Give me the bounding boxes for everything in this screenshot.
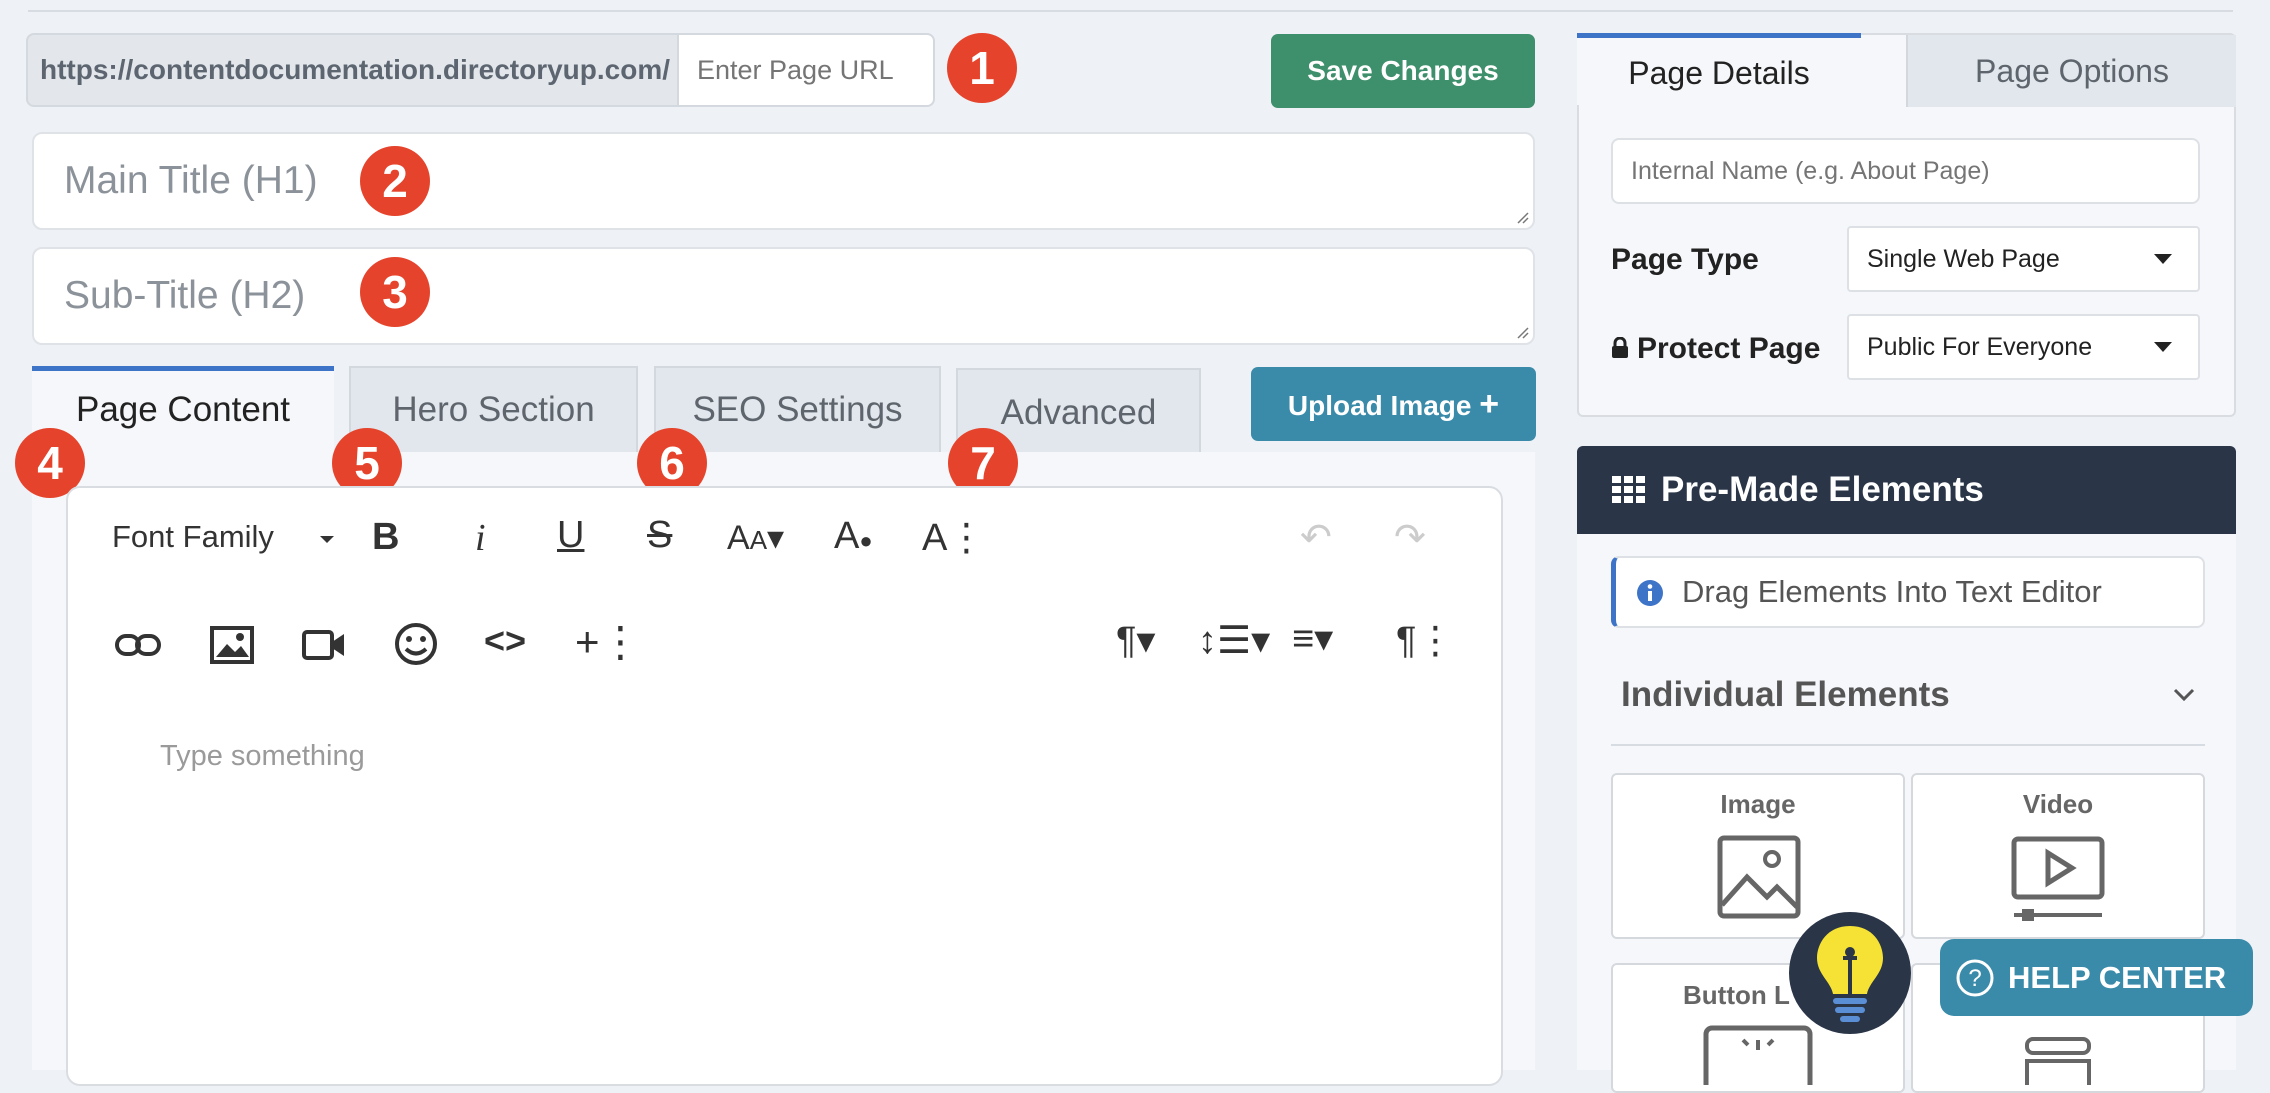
chevron-down-icon[interactable]	[2173, 688, 2195, 702]
bold-icon[interactable]: B	[372, 516, 399, 559]
italic-icon[interactable]: i	[475, 516, 486, 560]
upload-image-label: Upload Image	[1287, 390, 1472, 421]
font-family-caret-icon	[320, 536, 334, 543]
page-type-label: Page Type	[1611, 243, 1759, 276]
align-icon[interactable]: ≡▾	[1292, 616, 1333, 661]
undo-icon[interactable]: ↶	[1300, 515, 1332, 560]
premade-elements-header: Pre-Made Elements	[1577, 446, 2236, 534]
tips-bulb-button[interactable]	[1789, 912, 1911, 1034]
video-player-icon	[2011, 836, 2105, 921]
font-size-icon[interactable]: AA▾	[727, 518, 784, 558]
strikethrough-icon[interactable]: S	[647, 514, 672, 557]
insert-more-icon[interactable]: +⋮	[575, 617, 642, 666]
step-badge-1: 1	[947, 33, 1017, 103]
top-divider	[28, 10, 2233, 12]
paragraph-more-icon[interactable]: ¶⋮	[1396, 618, 1454, 663]
individual-elements-heading[interactable]: Individual Elements	[1621, 675, 1950, 715]
chevron-down-icon	[2154, 342, 2172, 352]
card-label-image: Image	[1720, 789, 1796, 819]
font-family-dropdown[interactable]: Font Family	[112, 519, 274, 555]
protect-page-value: Public For Everyone	[1867, 333, 2093, 361]
more-text-icon[interactable]: A⋮	[922, 515, 985, 560]
code-view-icon[interactable]: <>	[484, 620, 526, 662]
paragraph-format-icon[interactable]: ¶▾	[1116, 618, 1155, 663]
step-badge-3: 3	[360, 257, 430, 327]
resize-handle-icon[interactable]	[1515, 210, 1529, 224]
page-url-input[interactable]	[677, 33, 935, 107]
tab-page-details[interactable]: Page Details	[1577, 33, 1861, 105]
internal-name-input[interactable]	[1611, 138, 2200, 204]
grid-icon	[1612, 476, 1645, 503]
main-title-input[interactable]: Main Title (H1)	[32, 132, 1535, 230]
premade-title: Pre-Made Elements	[1661, 470, 1984, 509]
lock-icon	[1612, 337, 1628, 358]
save-changes-button[interactable]: Save Changes	[1271, 34, 1535, 108]
drag-hint: Drag Elements Into Text Editor	[1611, 556, 2205, 628]
layout-block-icon	[2025, 1037, 2091, 1085]
protect-page-label: Protect Page	[1637, 332, 1821, 365]
redo-icon[interactable]: ↷	[1394, 515, 1426, 560]
font-family-label: Font Family	[112, 519, 274, 554]
image-placeholder-icon	[1717, 835, 1801, 919]
button-link-icon	[1703, 1025, 1813, 1085]
line-height-icon[interactable]: ↕☰▾	[1198, 618, 1270, 663]
video-icon[interactable]	[301, 626, 347, 664]
subtitle-input[interactable]: Sub-Title (H2)	[32, 247, 1535, 345]
plus-icon: +	[1479, 385, 1500, 423]
section-divider	[1611, 744, 2205, 746]
page-type-value: Single Web Page	[1867, 245, 2060, 273]
main-title-placeholder: Main Title (H1)	[64, 159, 318, 202]
drag-hint-text: Drag Elements Into Text Editor	[1682, 574, 2102, 609]
text-editor[interactable]	[66, 486, 1503, 1086]
subtitle-placeholder: Sub-Title (H2)	[64, 274, 306, 317]
question-icon: ?	[1956, 959, 1994, 997]
url-prefix: https://contentdocumentation.directoryup…	[40, 54, 671, 85]
text-color-icon[interactable]: A●	[834, 515, 873, 558]
info-icon	[1637, 580, 1663, 606]
protect-page-select[interactable]: Public For Everyone	[1847, 314, 2200, 380]
lightbulb-icon	[1817, 926, 1883, 1022]
underline-icon[interactable]: U	[557, 514, 584, 557]
chevron-down-icon	[2154, 254, 2172, 264]
emoji-icon[interactable]	[394, 622, 438, 666]
help-center-label: HELP CENTER	[2008, 960, 2227, 995]
tab-page-content[interactable]: Page Content	[32, 366, 334, 452]
page-type-select[interactable]: Single Web Page	[1847, 226, 2200, 292]
step-badge-2: 2	[360, 146, 430, 216]
tab-page-options[interactable]: Page Options	[1906, 35, 2236, 107]
link-icon[interactable]	[114, 624, 162, 666]
card-label-video: Video	[2022, 789, 2094, 819]
editor-placeholder: Type something	[160, 740, 365, 772]
page-url-group: https://contentdocumentation.directoryup…	[26, 33, 935, 107]
image-icon[interactable]	[209, 624, 255, 666]
resize-handle-icon[interactable]	[1515, 325, 1529, 339]
element-card-video[interactable]: Video	[1911, 773, 2205, 939]
upload-image-button[interactable]: Upload Image +	[1251, 367, 1536, 441]
svg-text:?: ?	[1968, 965, 1981, 992]
